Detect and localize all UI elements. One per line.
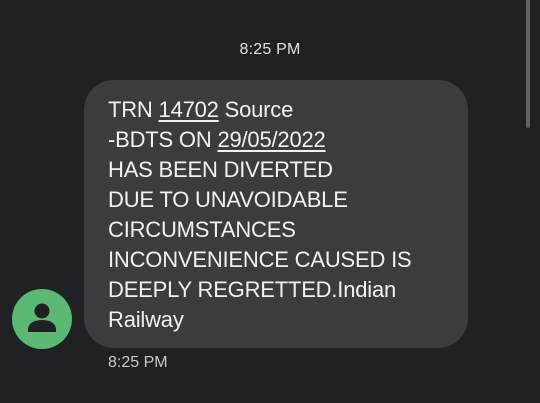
message-text: -BDTS ON: [108, 127, 218, 152]
sender-avatar[interactable]: [12, 289, 72, 349]
date-link[interactable]: 29/05/2022: [217, 127, 325, 152]
message-timestamp: 8:25 PM: [108, 354, 168, 371]
person-icon: [28, 303, 56, 332]
message-text: TRN: [108, 97, 159, 122]
message-timestamp-header: 8:25 PM: [239, 41, 301, 58]
train-number-link[interactable]: 14702: [159, 97, 219, 122]
message-text: Source: [218, 97, 294, 122]
message-line-6: INCONVENIENCE CAUSED IS: [108, 247, 412, 272]
message-line-7: DEEPLY REGRETTED.Indian: [108, 277, 397, 302]
message-thread: 8:25 PM TRN 14702 Source -BDTS ON 29/05/…: [0, 0, 540, 403]
scrollbar[interactable]: [526, 0, 540, 403]
message-line-8: Railway: [108, 307, 184, 332]
scrollbar-thumb[interactable]: [526, 0, 530, 128]
message-line-4: DUE TO UNAVOIDABLE: [108, 187, 348, 212]
message-line-1: TRN 14702 Source: [108, 95, 293, 125]
message-line-2: -BDTS ON 29/05/2022: [108, 125, 326, 155]
message-line-5: CIRCUMSTANCES: [108, 217, 296, 242]
message-bubble[interactable]: TRN 14702 Source -BDTS ON 29/05/2022 HAS…: [84, 80, 468, 348]
message-line-3: HAS BEEN DIVERTED: [108, 157, 333, 182]
